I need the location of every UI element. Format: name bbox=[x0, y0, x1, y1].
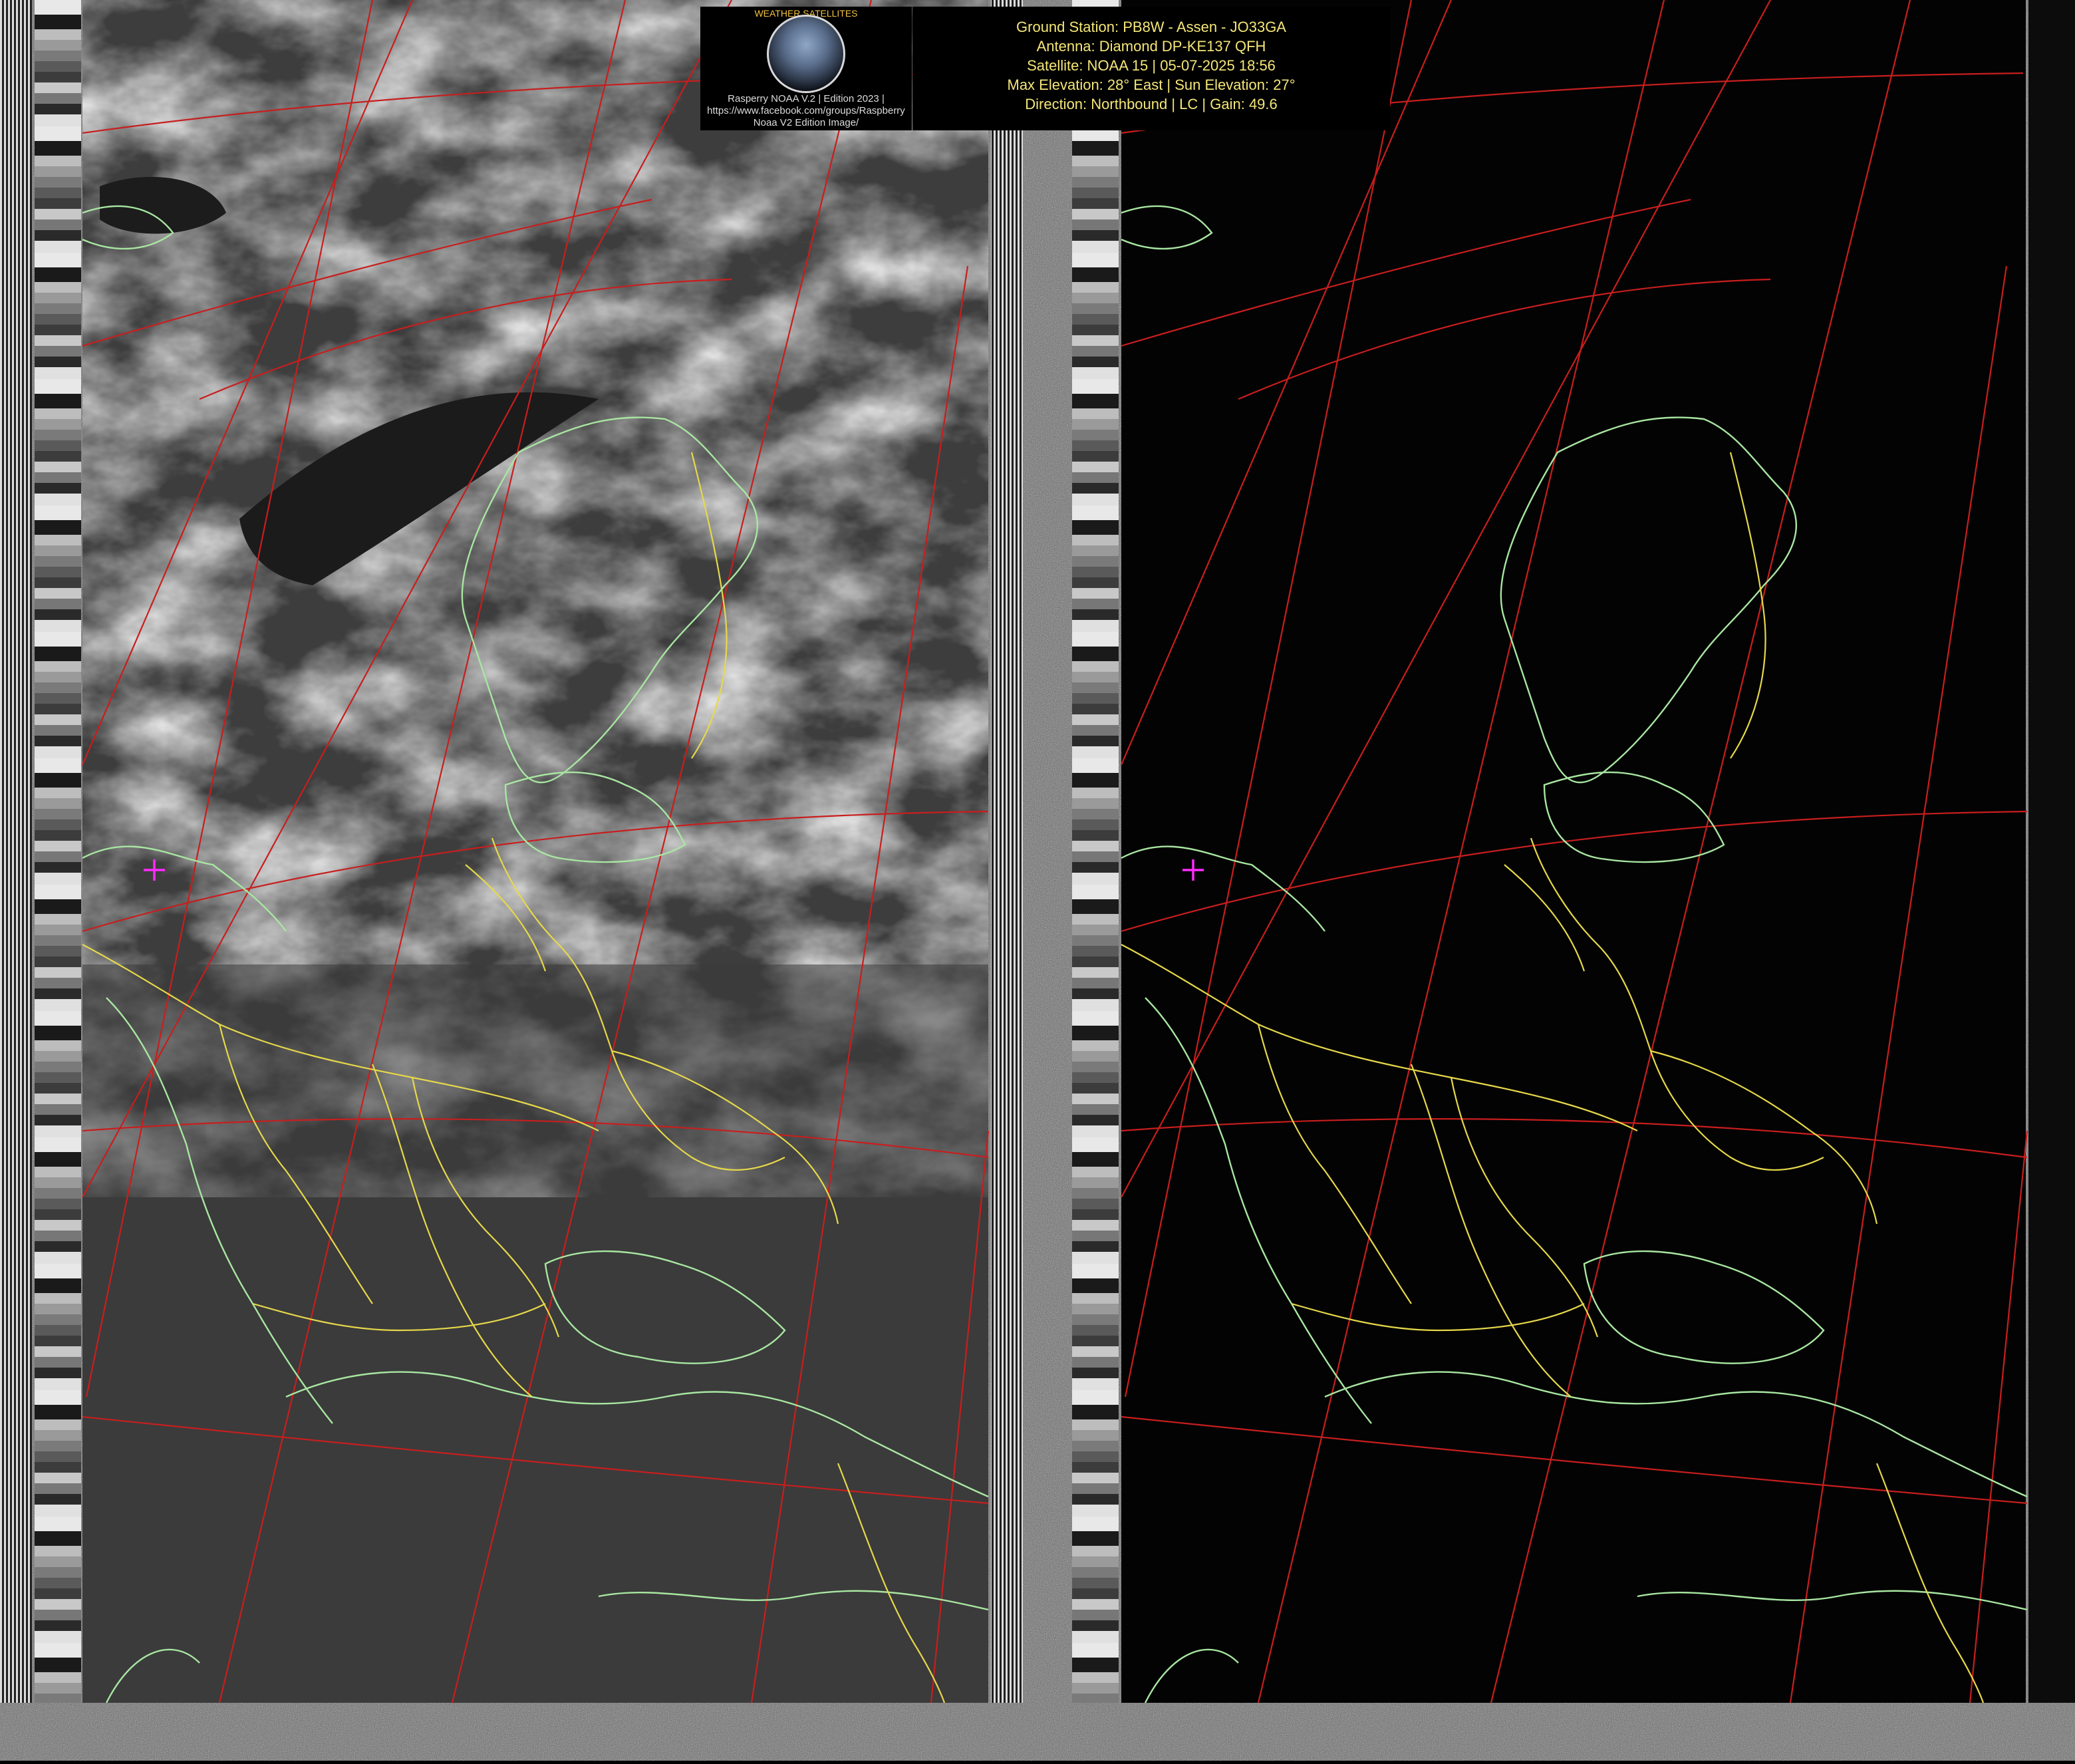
antenna-line: Antenna: Diamond DP-KE137 QFH bbox=[1036, 38, 1266, 55]
credit-line: Rasperry NOAA V.2 | Edition 2023 | bbox=[728, 93, 885, 104]
weather-satellites-logo-icon bbox=[767, 15, 845, 93]
credit-line: https://www.facebook.com/groups/Raspberr… bbox=[707, 105, 905, 116]
ground-station-line: Ground Station: PB8W - Assen - JO33GA bbox=[1016, 19, 1286, 35]
telemetry-wedge-a bbox=[35, 0, 81, 1703]
header-info-panel: Ground Station: PB8W - Assen - JO33GA An… bbox=[912, 7, 1390, 130]
credit-text: Rasperry NOAA V.2 | Edition 2023 | https… bbox=[704, 93, 908, 129]
telemetry-wedge-b bbox=[1072, 0, 1119, 1703]
elevation-line: Max Elevation: 28° East | Sun Elevation:… bbox=[1007, 76, 1296, 93]
channel-a-image bbox=[82, 0, 988, 1703]
credit-line: Noaa V2 Edition Image/ bbox=[753, 117, 859, 128]
sync-bar-a bbox=[0, 0, 32, 1703]
header-logo-panel: WEATHER SATELLITES Rasperry NOAA V.2 | E… bbox=[700, 7, 912, 130]
satellite-line: Satellite: NOAA 15 | 05-07-2025 18:56 bbox=[1027, 57, 1276, 74]
sync-bar-b bbox=[991, 0, 1023, 1703]
channel-b-image bbox=[1121, 0, 2026, 1703]
direction-line: Direction: Northbound | LC | Gain: 49.6 bbox=[1025, 96, 1278, 112]
satellite-image bbox=[0, 0, 2075, 1761]
pass-info: Ground Station: PB8W - Assen - JO33GA An… bbox=[912, 17, 1390, 114]
apt-image-composite: WEATHER SATELLITES Rasperry NOAA V.2 | E… bbox=[0, 0, 2075, 1761]
